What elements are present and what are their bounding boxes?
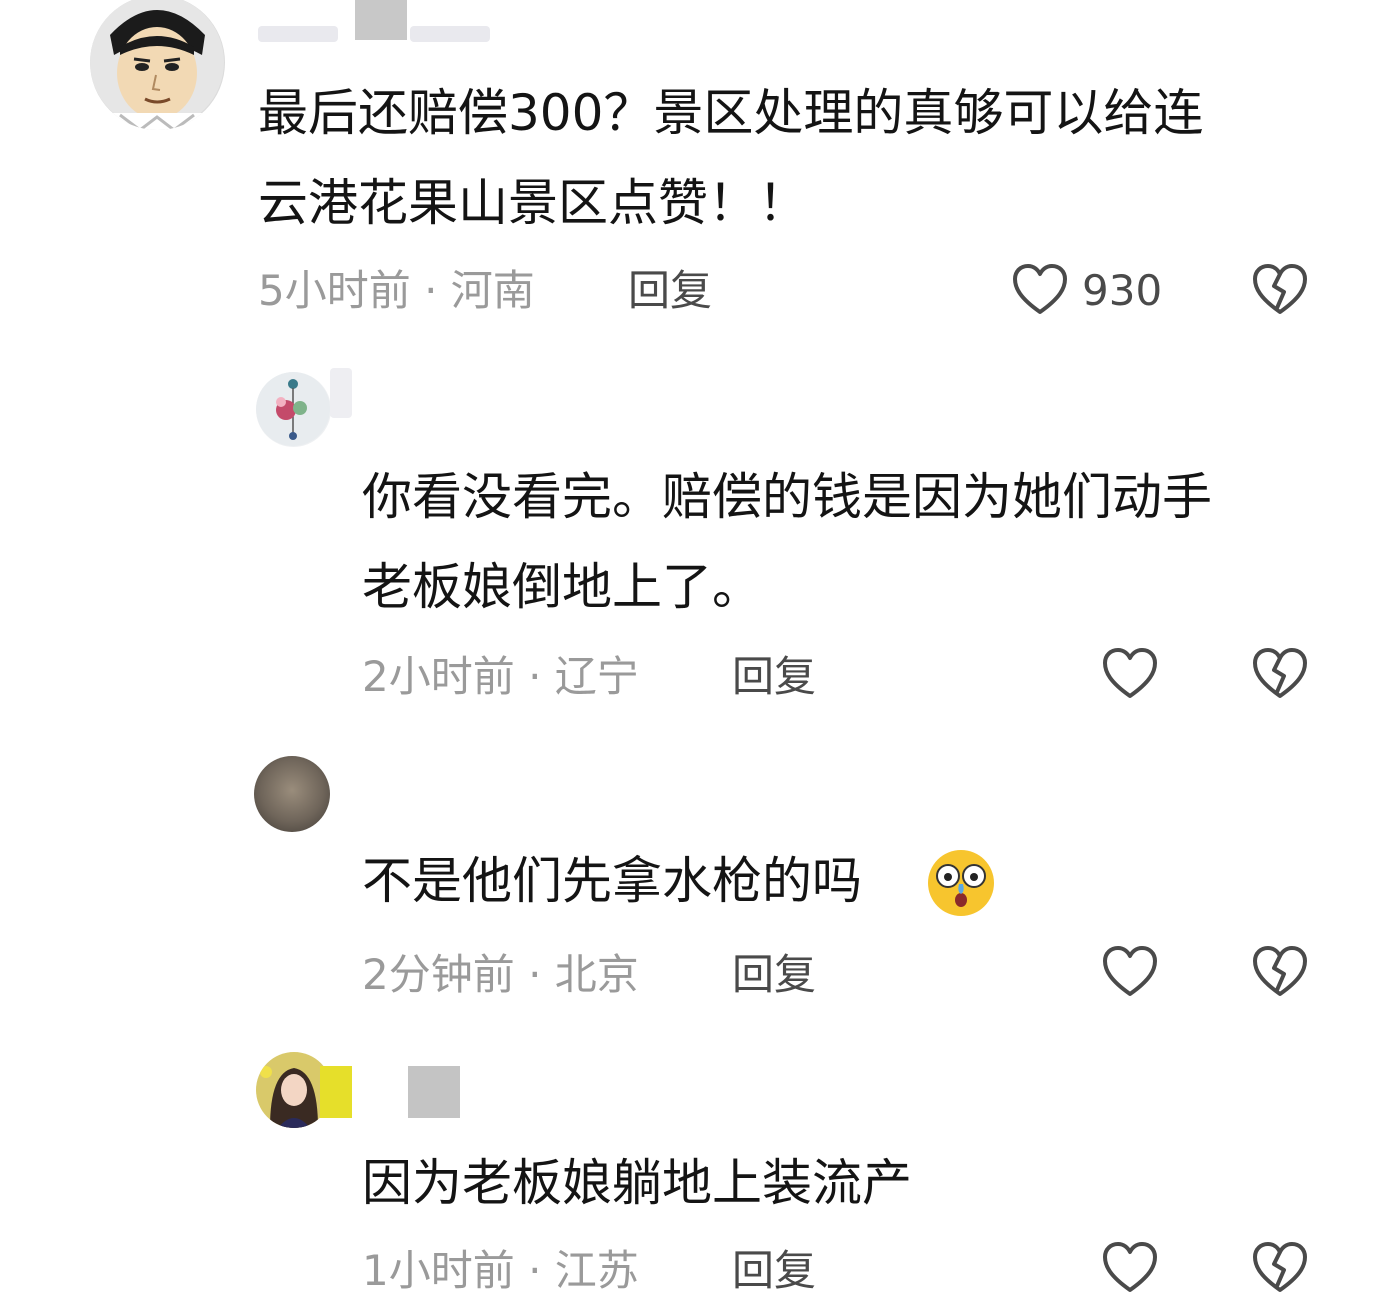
broken-heart-icon[interactable]	[1250, 644, 1310, 704]
reply-button[interactable]: 回复	[732, 950, 816, 1000]
username-redacted	[410, 26, 490, 42]
reply-button[interactable]: 回复	[732, 1246, 816, 1296]
avatar[interactable]	[254, 756, 330, 832]
comment-text-line: 因为老板娘躺地上装流产	[362, 1154, 912, 1212]
reply-button[interactable]: 回复	[628, 266, 712, 316]
heart-outline-icon[interactable]	[1100, 942, 1160, 1002]
avatar[interactable]	[256, 372, 331, 447]
comment-text-line: 你看没看完。赔偿的钱是因为她们动手	[362, 468, 1212, 526]
reply-button[interactable]: 回复	[732, 652, 816, 702]
heart-outline-icon[interactable]	[1010, 260, 1070, 320]
username-redacted	[408, 1066, 460, 1118]
comment-meta: 1小时前 · 江苏	[362, 1246, 639, 1295]
username-redacted	[258, 26, 338, 42]
comment-text-line: 不是他们先拿水枪的吗	[362, 852, 862, 910]
heart-outline-icon[interactable]	[1100, 1238, 1160, 1298]
broken-heart-icon[interactable]	[1250, 260, 1310, 320]
comment-meta: 5小时前 · 河南	[258, 266, 535, 315]
broken-heart-icon[interactable]	[1250, 1238, 1310, 1298]
comment-text-line: 老板娘倒地上了。	[362, 558, 762, 616]
comment-meta: 2分钟前 · 北京	[362, 950, 639, 999]
comment-text-line: 云港花果山景区点赞！！	[258, 174, 808, 232]
broken-heart-icon[interactable]	[1250, 942, 1310, 1002]
like-count: 930	[1082, 266, 1163, 315]
username-redacted	[320, 1066, 352, 1118]
avatar[interactable]	[90, 0, 225, 130]
username-redacted	[330, 368, 352, 418]
comment-meta: 2小时前 · 辽宁	[362, 652, 639, 701]
username-redacted	[355, 0, 407, 40]
shocked-crying-face-emoji	[926, 848, 996, 918]
heart-outline-icon[interactable]	[1100, 644, 1160, 704]
comment-text-line: 最后还赔偿300？景区处理的真够可以给连	[258, 84, 1204, 142]
